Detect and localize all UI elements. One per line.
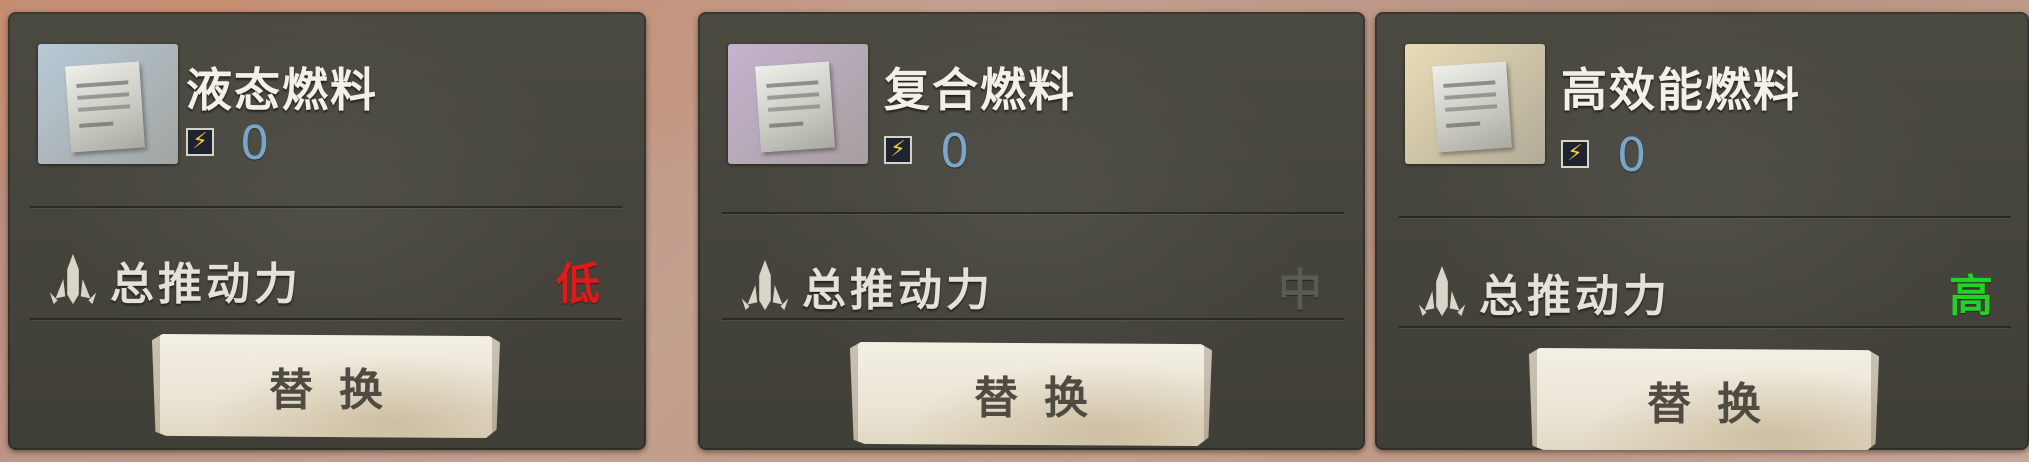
divider <box>722 212 1344 214</box>
divider <box>1399 216 2011 218</box>
thrust-label: 总推动力 <box>1479 271 1671 322</box>
fuel-document-icon <box>1432 61 1512 153</box>
divider <box>722 318 1344 320</box>
thrust-level: 中 <box>1278 265 1322 316</box>
lightning-icon: ⚡ <box>1561 140 1589 168</box>
divider <box>30 206 622 208</box>
fuel-name: 复合燃料 <box>884 63 1076 117</box>
fuel-card-high-efficiency: 高效能燃料 ⚡ 0 总推动力 高 替换 <box>1375 12 2029 450</box>
thrust-icon <box>741 259 789 311</box>
replace-button[interactable]: 替换 <box>1529 348 1879 450</box>
replace-button-label: 替换 <box>974 373 1114 424</box>
energy-value: 0 <box>1617 128 1647 182</box>
replace-button-label: 替换 <box>269 365 409 416</box>
fuel-card-liquid: 液态燃料 ⚡ 0 总推动力 低 替换 <box>8 12 646 450</box>
replace-button[interactable]: 替换 <box>850 342 1212 446</box>
divider <box>30 318 622 320</box>
divider <box>1399 326 2011 328</box>
lightning-icon: ⚡ <box>884 136 912 164</box>
fuel-name: 液态燃料 <box>186 63 378 117</box>
energy-value: 0 <box>240 116 270 170</box>
lightning-icon: ⚡ <box>186 128 214 156</box>
energy-value: 0 <box>940 124 970 178</box>
fuel-document-icon <box>65 61 145 153</box>
fuel-card-composite: 复合燃料 ⚡ 0 总推动力 中 替换 <box>698 12 1365 450</box>
fuel-thumbnail <box>38 44 178 164</box>
thrust-label: 总推动力 <box>110 259 302 310</box>
replace-button-label: 替换 <box>1647 379 1787 430</box>
fuel-document-icon <box>755 61 835 153</box>
thrust-icon <box>49 253 97 305</box>
thrust-icon <box>1418 265 1466 317</box>
replace-button[interactable]: 替换 <box>152 334 500 438</box>
fuel-name: 高效能燃料 <box>1561 63 1801 117</box>
thrust-label: 总推动力 <box>802 265 994 316</box>
thrust-level: 低 <box>556 259 600 310</box>
fuel-thumbnail <box>1405 44 1545 164</box>
thrust-level: 高 <box>1949 271 1993 322</box>
fuel-thumbnail <box>728 44 868 164</box>
